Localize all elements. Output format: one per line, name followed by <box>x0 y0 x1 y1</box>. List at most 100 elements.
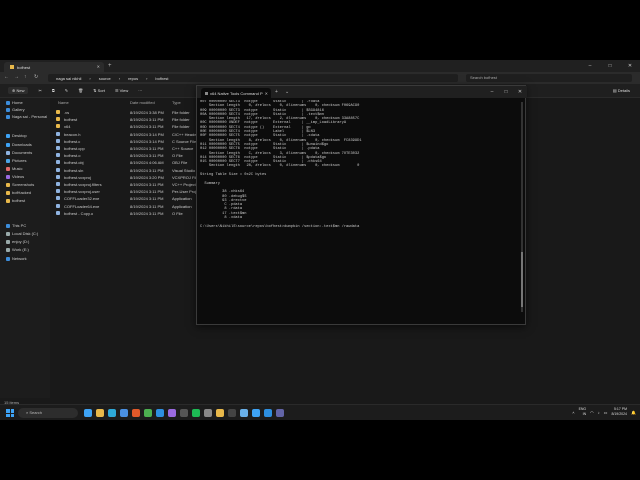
column-header-name[interactable]: Name <box>58 100 69 105</box>
up-icon[interactable]: ↑ <box>24 74 27 80</box>
sidebar-item[interactable]: bofhest <box>6 198 25 203</box>
new-tab-icon[interactable]: + <box>108 63 112 69</box>
column-header-type[interactable]: Type <box>172 100 181 105</box>
sidebar-item[interactable]: Documents <box>6 150 32 155</box>
sidebar-item[interactable]: Screenshots <box>6 182 34 187</box>
notepad-icon[interactable] <box>240 409 248 417</box>
forward-icon[interactable]: → <box>14 74 19 80</box>
wifi-icon[interactable]: ◠ <box>590 410 594 415</box>
sidebar-item-label: bofhest <box>12 198 26 203</box>
new-tab-icon[interactable]: + <box>275 89 278 95</box>
new-button[interactable]: ⊕ New <box>8 87 29 94</box>
sidebar-item[interactable]: Local Disk (C:) <box>6 231 38 236</box>
file-icon <box>56 189 60 194</box>
explorer-icon[interactable] <box>96 409 104 417</box>
vscode-icon[interactable] <box>156 409 164 417</box>
details-button[interactable]: ▤ Details <box>613 88 630 93</box>
file-name: bofhest <box>64 117 78 123</box>
file-icon <box>56 131 60 136</box>
sidebar-item[interactable]: bofHacked <box>6 190 31 195</box>
cmd-icon[interactable] <box>228 409 236 417</box>
vs-icon[interactable] <box>168 409 176 417</box>
language-indicator[interactable]: ENG IN <box>579 407 587 417</box>
sidebar-item-label: Documents <box>12 150 33 155</box>
sidebar-item-icon <box>6 190 10 195</box>
paint-icon[interactable] <box>216 409 224 417</box>
store-icon[interactable] <box>120 409 128 417</box>
sidebar-item[interactable]: Home <box>6 100 23 105</box>
terminal-tab[interactable]: x64 Native Tools Command P ✕ <box>201 88 271 98</box>
column-header-date[interactable]: Date modified <box>130 100 155 105</box>
breadcrumb-item[interactable]: bofhest <box>155 76 168 81</box>
file-name: beacon.h <box>64 131 81 137</box>
sidebar-item-icon <box>6 166 10 171</box>
file-date: 8/19/2024 3:11 PM <box>130 124 164 130</box>
sidebar-item[interactable]: Naga sai - Personal <box>6 114 47 119</box>
sidebar-item[interactable]: Desktop <box>6 133 27 138</box>
start-icon[interactable] <box>6 409 14 417</box>
terminal-scrollbar[interactable] <box>521 102 523 312</box>
sort-button[interactable]: ⇅ Sort <box>93 88 105 93</box>
refresh-icon[interactable]: ↻ <box>34 74 38 80</box>
minimize-icon[interactable]: – <box>580 60 600 72</box>
maximize-icon[interactable]: □ <box>600 60 620 72</box>
chevron-down-icon[interactable]: ⌄ <box>285 89 289 95</box>
maximize-icon[interactable]: □ <box>499 86 513 98</box>
close-window-icon[interactable]: ✕ <box>620 60 640 72</box>
close-tab-icon[interactable]: ✕ <box>97 64 100 69</box>
sidebar-item[interactable]: Gallery <box>6 107 25 112</box>
terminal-window[interactable]: x64 Native Tools Command P ✕ + ⌄ – □ ✕ 0… <box>196 85 527 325</box>
breadcrumb[interactable]: naga sai nikhil › source › repos › bofhe… <box>48 74 458 82</box>
close-tab-icon[interactable]: ✕ <box>265 91 268 96</box>
widgets-icon[interactable] <box>84 409 92 417</box>
sidebar-item-icon <box>6 247 10 252</box>
sidebar-item[interactable]: Pictures <box>6 158 26 163</box>
more-icon[interactable]: ··· <box>138 88 142 93</box>
breadcrumb-item[interactable]: naga sai nikhil <box>56 76 81 81</box>
sidebar-item-icon <box>6 231 10 236</box>
sidebar-item[interactable]: Downloads <box>6 142 32 147</box>
cut-icon[interactable]: ✂ <box>38 88 41 93</box>
mail-icon[interactable] <box>264 409 272 417</box>
chevron-up-icon[interactable]: ˄ <box>572 410 574 415</box>
teams-icon[interactable] <box>276 409 284 417</box>
sidebar-item[interactable]: Work (E:) <box>6 247 29 252</box>
search-input[interactable]: Search bofhest <box>466 74 632 82</box>
sidebar-item-label: Music <box>12 166 23 171</box>
breadcrumb-item[interactable]: repos <box>128 76 138 81</box>
view-button[interactable]: ☰ View <box>115 88 128 93</box>
sidebar-item[interactable]: Network <box>6 256 27 261</box>
close-window-icon[interactable]: ✕ <box>513 86 527 98</box>
terminal-output[interactable]: 007 00000000 SECT3 notype Static | .rdat… <box>200 100 518 322</box>
chrome-icon[interactable] <box>144 409 152 417</box>
battery-icon[interactable]: ▭ <box>604 410 608 415</box>
terminal-tabstrip: x64 Native Tools Command P ✕ + ⌄ – □ ✕ <box>197 86 527 98</box>
brave-icon[interactable] <box>132 409 140 417</box>
file-name: bofhest.obj <box>64 160 84 166</box>
taskbar-search-input[interactable]: ⌕ Search <box>18 408 78 418</box>
photos-icon[interactable] <box>252 409 260 417</box>
volume-icon[interactable]: ♪ <box>598 410 600 415</box>
folder-icon <box>10 65 14 69</box>
breadcrumb-item[interactable]: source <box>99 76 111 81</box>
terminal-icon[interactable] <box>180 409 188 417</box>
delete-icon[interactable]: 🗑 <box>78 88 83 93</box>
clock[interactable]: 5:17 PM 8/19/2024 <box>611 407 627 417</box>
sidebar-item[interactable]: enjoy (D:) <box>6 239 29 244</box>
settings-icon[interactable] <box>204 409 212 417</box>
sidebar-item-icon <box>6 174 10 179</box>
sidebar-item[interactable]: Videos <box>6 174 24 179</box>
edge-icon[interactable] <box>108 409 116 417</box>
scrollbar-thumb[interactable] <box>521 252 523 307</box>
minimize-icon[interactable]: – <box>485 86 499 98</box>
explorer-tab[interactable]: bofhest ✕ <box>4 62 104 72</box>
sidebar-item[interactable]: Music <box>6 166 22 171</box>
back-icon[interactable]: ← <box>4 74 9 80</box>
sidebar-item-icon <box>6 182 10 187</box>
notification-bell-icon[interactable]: 🔔 <box>631 410 636 415</box>
sidebar-item[interactable]: This PC <box>6 223 26 228</box>
sidebar-item-icon <box>6 100 10 105</box>
spotify-icon[interactable] <box>192 409 200 417</box>
rename-icon[interactable]: ✎ <box>65 88 68 93</box>
copy-icon[interactable]: ⧉ <box>52 88 55 93</box>
